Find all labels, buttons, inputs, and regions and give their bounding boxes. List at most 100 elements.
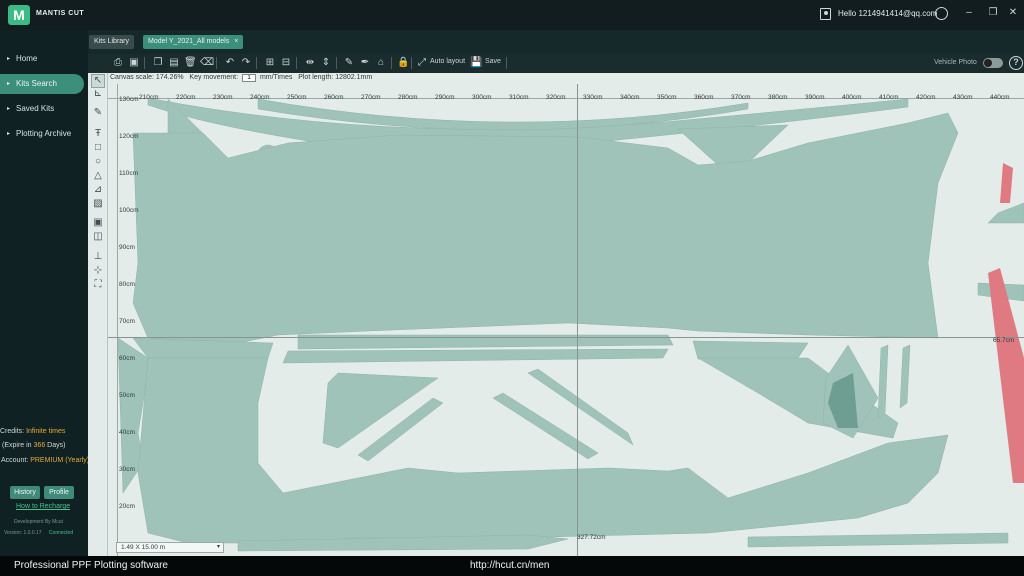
how-to-recharge-link[interactable]: How to Recharge bbox=[16, 503, 70, 510]
eraser-icon[interactable]: ⌫ bbox=[200, 57, 214, 69]
key-movement-label: Key movement: bbox=[189, 74, 239, 81]
delete-icon[interactable]: 🗑 bbox=[184, 57, 197, 69]
user-icon[interactable] bbox=[820, 8, 831, 20]
tab-kits-library[interactable]: Kits Library bbox=[89, 35, 135, 49]
close-icon[interactable]: ✕ bbox=[1006, 6, 1020, 20]
plot-canvas[interactable]: 210cm 220cm 230cm 240cm 250cm 260cm 270c… bbox=[108, 73, 1024, 556]
sidebar-item-kits-search[interactable]: Kits Search bbox=[0, 74, 84, 94]
ruler-tick-y: 100cm bbox=[119, 207, 139, 214]
vertical-guide-line[interactable] bbox=[577, 84, 578, 556]
history-button[interactable]: History bbox=[10, 486, 40, 499]
rectangle-tool-icon[interactable]: □ bbox=[92, 142, 104, 154]
ruler-tick-x: 270cm bbox=[361, 94, 381, 101]
ruler-tick-y: 50cm bbox=[119, 392, 135, 399]
help-icon[interactable]: ? bbox=[1009, 56, 1023, 70]
account-line: Account: PREMIUM (Yearly) bbox=[1, 457, 89, 464]
select-arrow-icon[interactable]: ↖ bbox=[91, 74, 105, 88]
text-tool-icon[interactable]: Ŧ bbox=[92, 128, 104, 140]
ruler-tick-x: 260cm bbox=[324, 94, 344, 101]
sidebar-item-home[interactable]: Home bbox=[0, 49, 84, 69]
version-line: Version: 1.0.0.17 Connected bbox=[4, 530, 73, 536]
ruler-icon[interactable]: ⊾ bbox=[92, 88, 104, 100]
redo-icon[interactable]: ↷ bbox=[240, 57, 252, 69]
pattern-piece bbox=[899, 344, 911, 409]
edit-shape-icon[interactable]: ⊿ bbox=[92, 184, 104, 196]
triangle-tool-icon[interactable]: △ bbox=[92, 170, 104, 182]
sidebar-item-label: Saved Kits bbox=[16, 104, 55, 113]
ruler-tick-x: 310cm bbox=[509, 94, 529, 101]
ruler-tick-y: 120cm bbox=[119, 133, 139, 140]
restore-icon[interactable]: ❐ bbox=[986, 6, 1000, 20]
vehicle-photo-toggle[interactable] bbox=[983, 58, 1003, 68]
ruler-tick-y: 60cm bbox=[119, 355, 135, 362]
connection-status: Connected bbox=[48, 530, 74, 536]
image-tool-icon[interactable]: ▨ bbox=[92, 198, 104, 210]
tab-model[interactable]: Model Y_2021_All models × bbox=[143, 35, 244, 49]
sidebar-item-saved-kits[interactable]: Saved Kits bbox=[0, 99, 84, 119]
pattern-piece bbox=[282, 348, 669, 364]
auto-layout-icon[interactable]: ⤢ bbox=[416, 57, 428, 69]
flip-vertical-icon[interactable]: ⇕ bbox=[320, 57, 332, 69]
ruler-tick-x: 280cm bbox=[398, 94, 418, 101]
developer-credit: Development By Mcut bbox=[14, 519, 63, 525]
toolbar-divider bbox=[296, 57, 297, 69]
crop-tool-icon[interactable]: ⛶ bbox=[92, 279, 104, 291]
toolbar-divider bbox=[336, 57, 337, 69]
ruler-tick-x: 350cm bbox=[657, 94, 677, 101]
align-tool-icon[interactable]: ⊹ bbox=[92, 265, 104, 277]
pen-tool-icon[interactable]: ✎ bbox=[92, 107, 104, 119]
toolbar: ⎙ ▣ ❐ ▤ 🗑 ⌫ ↶ ↷ ⊞ ⊟ ⇹ ⇕ ✎ ✒ ⌂ 🔒 ⤢ Auto l… bbox=[88, 54, 1024, 73]
auto-layout-button[interactable]: Auto layout bbox=[430, 58, 465, 65]
vehicle-photo-label: Vehicle Photo bbox=[934, 59, 977, 66]
measure-tool-icon[interactable]: ⊥ bbox=[92, 251, 104, 263]
ruler-tick-y: 110cm bbox=[119, 170, 139, 177]
sheet-size-select[interactable]: 1.49 X 15.00 m bbox=[116, 542, 224, 553]
horizontal-guide-line[interactable] bbox=[108, 337, 1024, 338]
toolbar-divider bbox=[256, 57, 257, 69]
sidebar: Home Kits Search Saved Kits Plotting Arc… bbox=[0, 30, 89, 556]
flip-horizontal-icon[interactable]: ⇹ bbox=[304, 57, 316, 69]
brand-name: MANTIS CUT bbox=[36, 10, 85, 17]
tab-label: Model Y_2021_All models bbox=[148, 38, 230, 45]
paste-icon[interactable]: ▤ bbox=[168, 57, 180, 69]
minimize-icon[interactable]: – bbox=[962, 6, 976, 20]
ruler-tick-y: 130cm bbox=[119, 96, 139, 103]
caption-url: http://hcut.cn/men bbox=[470, 560, 550, 571]
ruler-tick-x: 290cm bbox=[435, 94, 455, 101]
pattern-piece bbox=[132, 337, 274, 359]
pattern-piece bbox=[527, 368, 634, 446]
image-icon[interactable]: ▣ bbox=[128, 57, 140, 69]
circle-tool-icon[interactable]: ○ bbox=[92, 156, 104, 168]
tab-close-icon[interactable]: × bbox=[234, 38, 238, 45]
group-icon[interactable]: ⊞ bbox=[264, 57, 276, 69]
ruler-tick-x: 420cm bbox=[916, 94, 936, 101]
save-icon[interactable]: 💾 bbox=[470, 57, 482, 69]
guide-x-readout: 327.72cm bbox=[577, 534, 606, 541]
key-movement-input[interactable] bbox=[242, 74, 256, 82]
horizontal-ruler: 210cm 220cm 230cm 240cm 250cm 260cm 270c… bbox=[108, 84, 1024, 101]
ruler-tick-y: 70cm bbox=[119, 318, 135, 325]
toolbar-divider bbox=[506, 57, 507, 69]
plot-length-label: Plot length: bbox=[298, 74, 334, 81]
profile-button[interactable]: Profile bbox=[44, 486, 74, 499]
pattern-piece bbox=[877, 344, 889, 419]
offset-tool-icon[interactable]: ▣ bbox=[92, 217, 104, 229]
ungroup-icon[interactable]: ⊟ bbox=[280, 57, 292, 69]
canvas-scale-label: Canvas scale: bbox=[110, 74, 154, 81]
print-icon[interactable]: ⎙ bbox=[112, 57, 124, 69]
pattern-piece bbox=[747, 532, 1009, 548]
expire-line: (Expire in 366 Days) bbox=[2, 442, 65, 449]
ruler-tick-x: 340cm bbox=[620, 94, 640, 101]
pen-icon[interactable]: ✒ bbox=[359, 57, 371, 69]
user-greeting[interactable]: Hello 1214941414@qq.com bbox=[838, 9, 937, 18]
sidebar-item-plotting-archive[interactable]: Plotting Archive bbox=[0, 124, 84, 144]
video-caption-bar: Professional PPF Plotting software http:… bbox=[0, 556, 1024, 576]
shape-icon[interactable]: ⌂ bbox=[375, 57, 387, 69]
save-button[interactable]: Save bbox=[485, 58, 501, 65]
headset-support-icon[interactable] bbox=[935, 7, 948, 20]
edit-node-icon[interactable]: ✎ bbox=[343, 57, 355, 69]
copy-icon[interactable]: ❐ bbox=[152, 57, 164, 69]
lock-icon[interactable]: 🔒 bbox=[397, 57, 409, 69]
layer-tool-icon[interactable]: ◫ bbox=[92, 231, 104, 243]
undo-icon[interactable]: ↶ bbox=[224, 57, 236, 69]
